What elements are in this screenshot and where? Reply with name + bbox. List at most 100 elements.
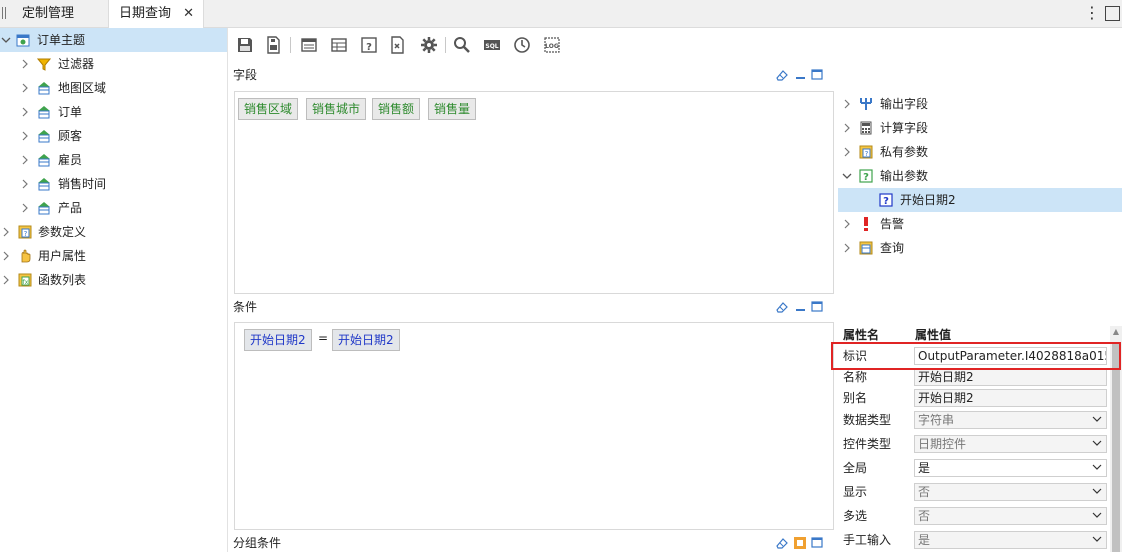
fields-panel[interactable]: 销售区域 销售城市 销售额 销售量 — [234, 91, 834, 294]
condition-right-chip[interactable]: 开始日期2 — [332, 329, 400, 351]
chevron-down-icon[interactable] — [1092, 510, 1102, 520]
tree-item-start-date2[interactable]: ? 开始日期2 — [838, 188, 1122, 212]
condition-left-chip[interactable]: 开始日期2 — [244, 329, 312, 351]
search-icon[interactable] — [453, 36, 471, 54]
tree-item-query[interactable]: 查询 — [838, 236, 1122, 260]
control-type-select[interactable]: 日期控件 — [914, 435, 1107, 453]
data-type-select[interactable]: 字符串 — [914, 411, 1107, 429]
property-name-field[interactable]: 开始日期2 — [914, 368, 1107, 386]
topic-icon — [16, 34, 30, 47]
gear-icon[interactable] — [420, 36, 438, 54]
property-row-data-type: 数据类型 字符串 — [838, 408, 1108, 432]
chevron-right-icon[interactable] — [842, 236, 852, 270]
svg-text:fx: fx — [23, 279, 29, 286]
close-icon[interactable]: ✕ — [183, 0, 194, 28]
tree-item-user-attributes[interactable]: 用户属性 — [0, 244, 227, 268]
grouping-icon[interactable] — [793, 536, 807, 550]
table-icon[interactable] — [330, 36, 348, 54]
tree-item-map-region[interactable]: 地图区域 — [0, 76, 227, 100]
tree-item-filter[interactable]: 过滤器 — [0, 52, 227, 76]
toolbar-separator — [445, 37, 446, 53]
field-chip[interactable]: 销售量 — [428, 98, 477, 120]
property-row-multi-select: 多选 否 — [838, 504, 1108, 528]
alert-icon — [864, 217, 868, 231]
chevron-down-icon[interactable] — [1092, 462, 1102, 472]
field-chip[interactable]: 销售额 — [372, 98, 421, 120]
tree-item-alerts[interactable]: 告警 — [838, 212, 1122, 236]
tree-item-output-params[interactable]: ? 输出参数 — [838, 164, 1122, 188]
tree-item-function-list[interactable]: fx 函数列表 — [0, 268, 227, 292]
multi-select-select[interactable]: 否 — [914, 507, 1107, 525]
scroll-up-icon[interactable]: ▲ — [1112, 328, 1120, 336]
tree-item-label: 告警 — [880, 217, 905, 231]
svg-text:?: ? — [865, 150, 869, 158]
tree-item-label: 输出字段 — [880, 97, 929, 111]
tree-item-sales-time[interactable]: 销售时间 — [0, 172, 227, 196]
table-folder-icon — [38, 178, 50, 191]
clock-icon[interactable] — [513, 36, 531, 54]
table-folder-icon — [38, 82, 50, 95]
log-icon[interactable]: LOG — [543, 36, 561, 54]
calculator-icon — [860, 121, 872, 135]
toolbar: ? SQL LOG — [230, 30, 830, 60]
eraser-icon[interactable] — [775, 300, 789, 314]
output-fields-icon — [860, 98, 872, 110]
chevron-down-icon[interactable] — [1092, 534, 1102, 544]
tab-label: 日期查询 — [119, 6, 172, 21]
sql-icon[interactable]: SQL — [483, 36, 501, 54]
tree-item-order-topic[interactable]: 订单主题 — [0, 28, 227, 52]
tree-item-label: 地图区域 — [58, 81, 107, 95]
tab-date-query[interactable]: 日期查询 ✕ — [108, 0, 204, 29]
tree-item-param-definition[interactable]: ? 参数定义 — [0, 220, 227, 244]
tree-item-customer[interactable]: 顾客 — [0, 124, 227, 148]
tab-custom-management[interactable]: 定制管理 — [12, 0, 104, 28]
tab-bar: 定制管理 日期查询 ✕ ⋮ — [0, 0, 1122, 29]
chevron-right-icon[interactable] — [1, 268, 11, 302]
grip-icon — [2, 7, 6, 19]
display-select[interactable]: 否 — [914, 483, 1107, 501]
svg-text:?: ? — [883, 196, 889, 207]
maximize-icon[interactable] — [811, 300, 823, 314]
more-options-icon[interactable]: ⋮ — [1084, 3, 1100, 23]
tree-item-label: 订单 — [58, 105, 83, 119]
scrollbar-thumb[interactable] — [1112, 344, 1120, 552]
layout-icon[interactable] — [300, 36, 318, 54]
tree-item-output-fields[interactable]: 输出字段 — [838, 92, 1122, 116]
minimize-icon[interactable] — [795, 300, 807, 314]
parameter-icon: ? — [859, 145, 873, 159]
export-icon[interactable] — [388, 36, 406, 54]
tree-item-label: 过滤器 — [58, 57, 95, 71]
field-chip[interactable]: 销售城市 — [306, 98, 367, 120]
global-select[interactable]: 是 — [914, 459, 1107, 477]
chevron-down-icon[interactable] — [1092, 438, 1102, 448]
chevron-down-icon[interactable] — [1092, 414, 1102, 424]
maximize-icon[interactable] — [1105, 6, 1120, 21]
table-folder-icon — [38, 106, 50, 119]
manual-input-select[interactable]: 是 — [914, 531, 1107, 549]
minimize-icon[interactable] — [795, 68, 807, 82]
tree-item-label: 顾客 — [58, 129, 83, 143]
tree-item-calculated-fields[interactable]: 计算字段 — [838, 116, 1122, 140]
save-icon[interactable] — [236, 36, 254, 54]
parameter-icon: ? — [18, 225, 32, 239]
tree-item-order[interactable]: 订单 — [0, 100, 227, 124]
eraser-icon[interactable] — [775, 536, 789, 550]
property-alias-field[interactable]: 开始日期2 — [914, 389, 1107, 407]
tree-item-label: 销售时间 — [58, 177, 107, 191]
parameter-query-icon[interactable]: ? — [360, 36, 378, 54]
save-as-icon[interactable] — [264, 36, 282, 54]
conditions-panel[interactable]: 开始日期2 = 开始日期2 — [234, 322, 834, 530]
field-chip[interactable]: 销售区域 — [238, 98, 299, 120]
tree-item-private-params[interactable]: ? 私有参数 — [838, 140, 1122, 164]
property-name: 显示 — [843, 485, 868, 499]
tree-item-employee[interactable]: 雇员 — [0, 148, 227, 172]
maximize-icon[interactable] — [811, 536, 823, 550]
svg-text:SQL: SQL — [485, 43, 498, 50]
tree-item-label: 产品 — [58, 201, 83, 215]
eraser-icon[interactable] — [775, 68, 789, 82]
select-value: 是 — [918, 533, 931, 547]
maximize-icon[interactable] — [811, 68, 823, 82]
select-value: 否 — [918, 509, 931, 523]
chevron-down-icon[interactable] — [1092, 486, 1102, 496]
tree-item-product[interactable]: 产品 — [0, 196, 227, 220]
